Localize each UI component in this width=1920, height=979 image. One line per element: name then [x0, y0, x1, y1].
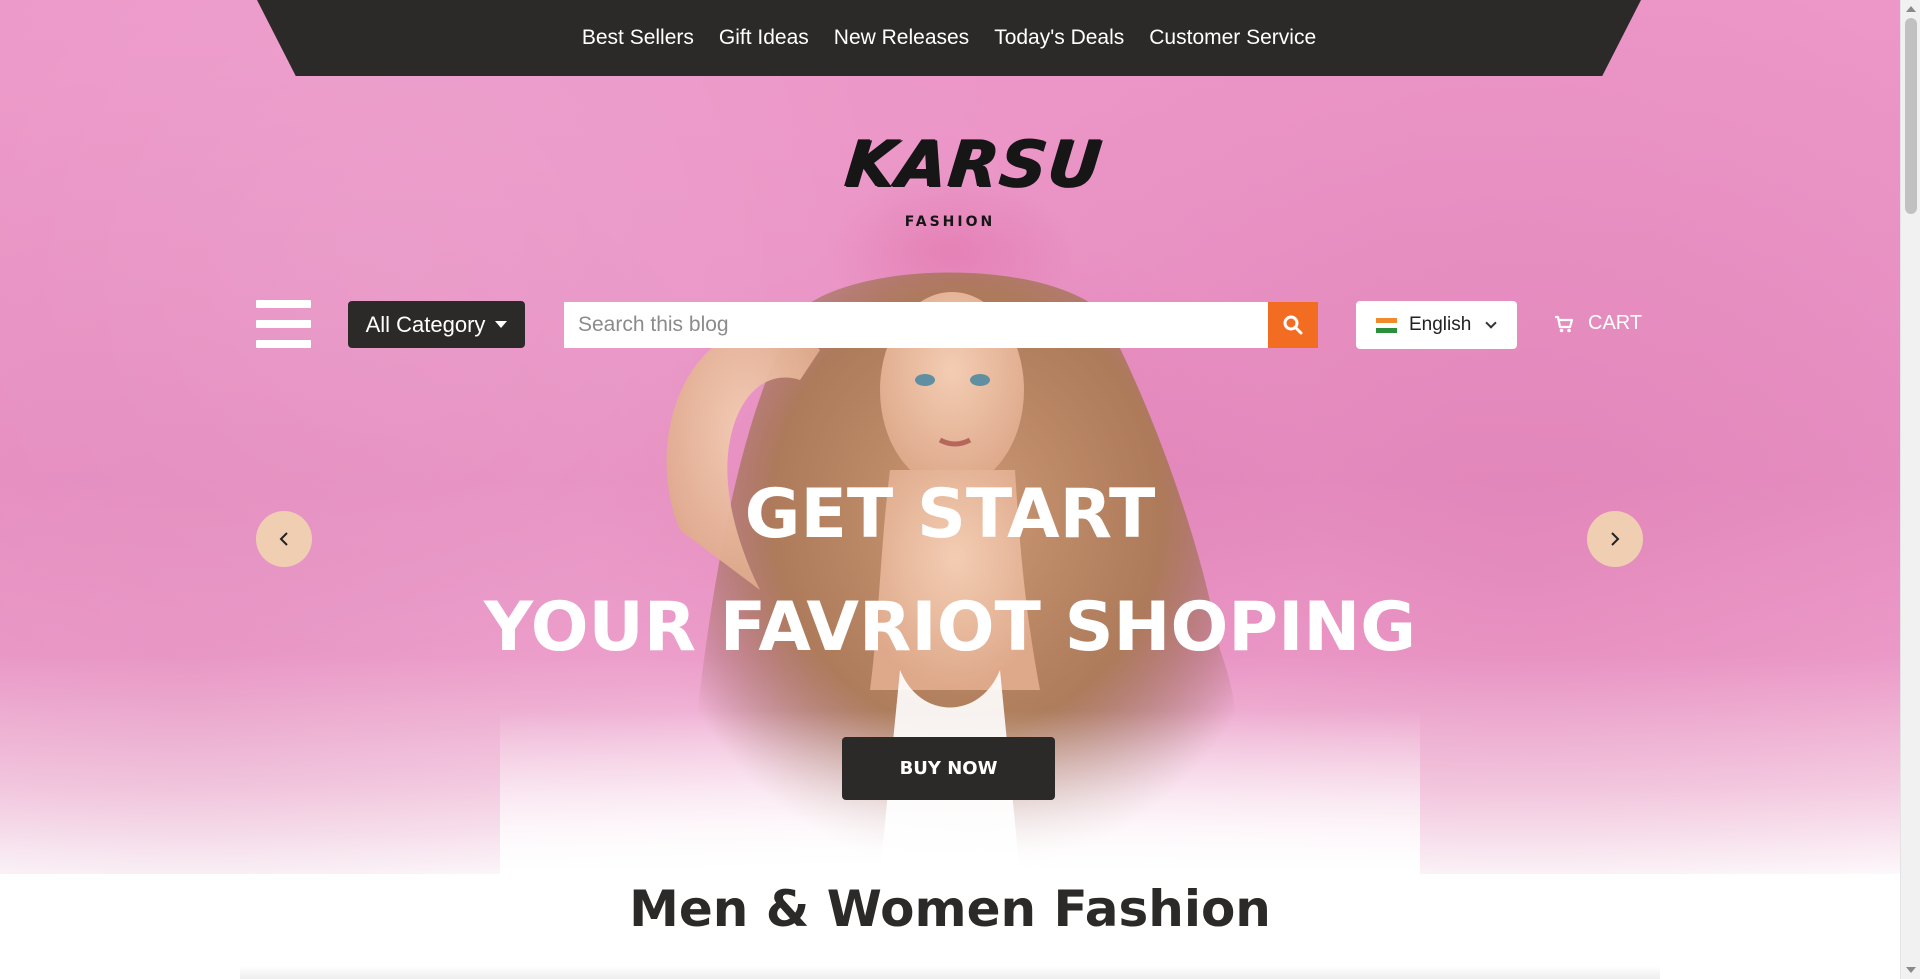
- cart-label: CART: [1588, 312, 1643, 334]
- top-nav: Best Sellers Gift Ideas New Releases Tod…: [257, 0, 1641, 76]
- hamburger-icon[interactable]: [256, 300, 311, 348]
- scroll-up-icon[interactable]: [1906, 6, 1916, 12]
- category-dropdown[interactable]: All Category: [348, 301, 525, 348]
- section-title: Men & Women Fashion: [629, 880, 1271, 938]
- page-scrollbar[interactable]: [1900, 0, 1920, 979]
- nav-link-gift-ideas[interactable]: Gift Ideas: [719, 26, 809, 50]
- nav-link-new-releases[interactable]: New Releases: [834, 26, 969, 50]
- language-selector[interactable]: English: [1356, 301, 1517, 349]
- scroll-thumb[interactable]: [1905, 18, 1917, 214]
- nav-link-todays-deals[interactable]: Today's Deals: [994, 26, 1124, 50]
- nav-link-best-sellers[interactable]: Best Sellers: [582, 26, 694, 50]
- hero-headline-1: GET START: [744, 475, 1156, 554]
- language-label: English: [1409, 314, 1472, 335]
- logo-tagline: FASHION: [904, 214, 996, 230]
- category-label: All Category: [365, 311, 486, 337]
- scroll-down-icon[interactable]: [1906, 967, 1916, 973]
- hero-headline-2: YOUR FAVRIOT SHOPING: [483, 588, 1417, 667]
- search-input[interactable]: [564, 302, 1268, 348]
- buy-now-button[interactable]: BUY NOW: [842, 737, 1055, 800]
- caret-down-icon: [495, 321, 508, 328]
- chevron-down-icon: [1485, 317, 1497, 329]
- search-button[interactable]: [1268, 302, 1318, 348]
- nav-link-customer-service[interactable]: Customer Service: [1149, 26, 1316, 50]
- cart-icon: [1555, 315, 1574, 332]
- section-divider: [240, 966, 1660, 979]
- search-icon: [1283, 315, 1303, 335]
- cart-link[interactable]: CART: [1554, 312, 1642, 335]
- logo-wordmark: KARSU: [841, 128, 1106, 202]
- search-bar: [564, 302, 1318, 348]
- india-flag-icon: [1376, 317, 1397, 333]
- site-logo[interactable]: KARSU FASHION: [841, 128, 1105, 230]
